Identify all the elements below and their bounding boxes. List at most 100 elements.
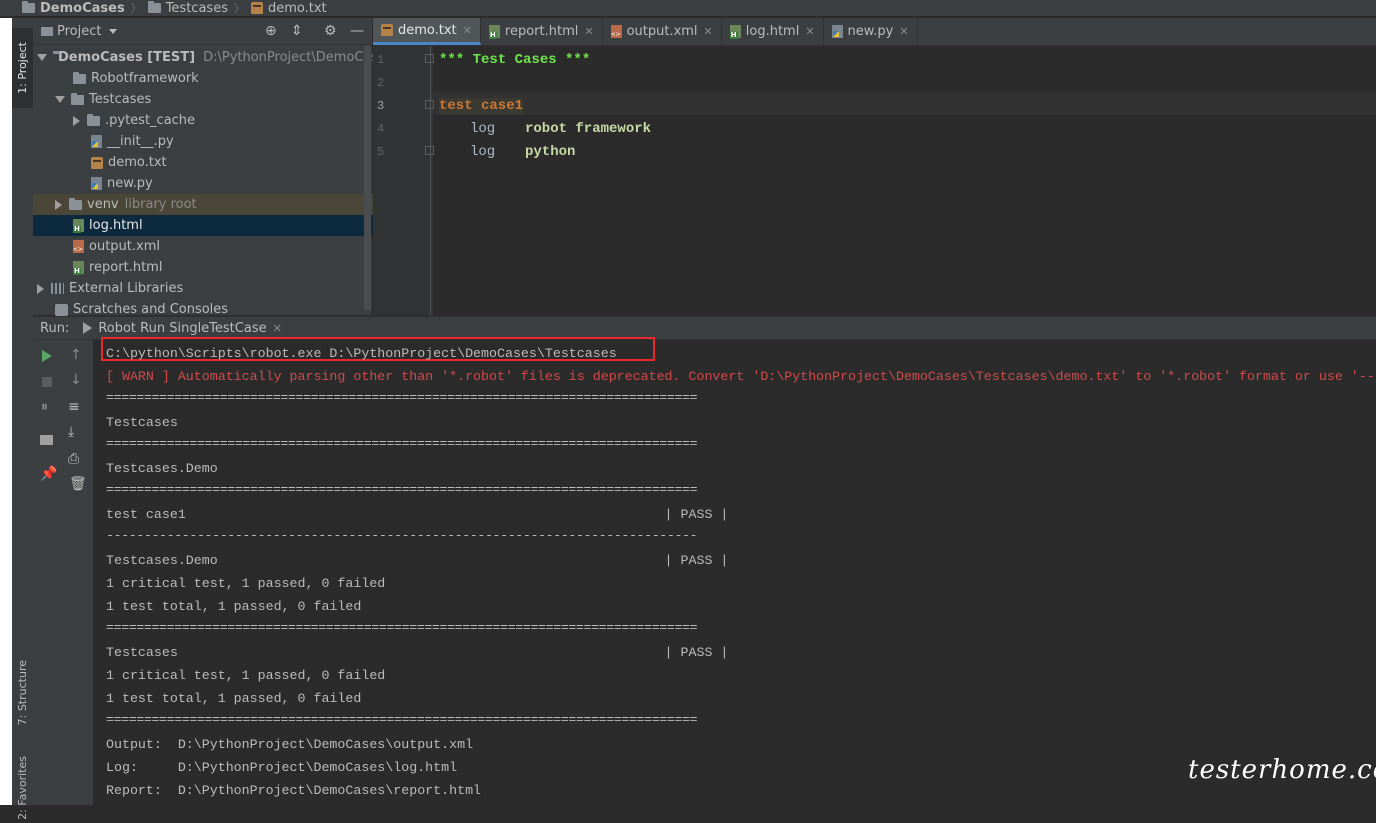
tree-item-venv[interactable]: venv library root <box>33 194 392 215</box>
robot-file-icon <box>381 24 393 36</box>
collapse-all-icon[interactable]: ⇕ <box>291 24 303 38</box>
console-line-report-path[interactable]: Report: D:\PythonProject\DemoCases\repor… <box>106 783 481 798</box>
breadcrumb-separator: 〉 <box>233 2 245 15</box>
tool-window-project-tab[interactable]: 1: Project <box>12 28 33 108</box>
tree-item-testcases[interactable]: Testcases <box>33 89 394 110</box>
trash-icon[interactable]: 🗑 <box>69 477 87 491</box>
collapsed-arrow-icon[interactable] <box>73 115 80 126</box>
code-test-case-name[interactable]: test case1 <box>439 98 524 114</box>
breadcrumb-item-demo-txt[interactable]: demo.txt <box>250 1 327 16</box>
tree-item-log-html[interactable]: log.html <box>33 215 412 236</box>
collapsed-arrow-icon[interactable] <box>55 199 62 210</box>
breadcrumb-item-testcases[interactable]: Testcases <box>147 1 228 16</box>
console-line: 1 test total, 1 passed, 0 failed <box>106 599 362 614</box>
robot-file-icon <box>250 2 263 14</box>
arrow-down-icon[interactable]: ↓ <box>70 373 82 387</box>
python-file-icon <box>91 177 102 190</box>
tree-item-democases[interactable]: DemoCases [TEST] D:\PythonProject\DemoCa… <box>33 47 393 68</box>
hide-panel-icon[interactable]: — <box>350 24 364 38</box>
project-scrollbar[interactable] <box>364 45 371 310</box>
console-line: Testcases.Demo <box>106 461 218 476</box>
tab-log-html[interactable]: log.html ✕ <box>722 18 824 45</box>
code-keyword[interactable]: log <box>470 144 495 160</box>
console-separator: ========================================… <box>106 390 698 405</box>
close-icon[interactable]: ✕ <box>584 25 593 38</box>
console-separator: ========================================… <box>106 620 698 635</box>
python-file-icon <box>91 135 102 148</box>
tool-window-structure-tab[interactable]: 7: Structure <box>12 638 33 748</box>
breadcrumb-item-democases[interactable]: DemoCases <box>22 1 125 16</box>
console-line-log-path[interactable]: Log: D:\PythonProject\DemoCases\log.html <box>106 760 457 775</box>
line-number: 2 <box>377 76 385 90</box>
close-icon[interactable]: ✕ <box>273 322 282 335</box>
rerun-icon[interactable] <box>42 350 52 362</box>
console-line-warning: [ WARN ] Automatically parsing other tha… <box>106 369 1375 384</box>
folder-icon <box>147 1 161 13</box>
tab-demo-txt[interactable]: demo.txt ✕ <box>373 18 481 45</box>
console-line: Testcases <box>106 415 178 430</box>
layout-icon[interactable] <box>40 435 53 445</box>
console-separator: ----------------------------------------… <box>106 528 698 543</box>
project-view-selector[interactable]: Project <box>57 24 101 39</box>
code-section-header[interactable]: *** Test Cases *** <box>439 52 590 68</box>
tree-item-external-libraries[interactable]: External Libraries <box>33 278 374 299</box>
collapsed-arrow-icon[interactable] <box>37 283 44 294</box>
left-tool-window-bar: 1: Project 7: Structure 2: Favorites <box>12 18 34 820</box>
gear-icon[interactable]: ⚙ <box>324 24 337 38</box>
tree-item-report-html[interactable]: report.html <box>33 257 412 278</box>
breadcrumb-separator: 〉 <box>130 2 142 15</box>
code-argument[interactable]: robot framework <box>525 121 651 137</box>
stop-icon[interactable] <box>42 377 52 387</box>
scroll-to-end-icon[interactable]: ⤓ <box>68 425 74 439</box>
folder-icon <box>71 92 84 105</box>
gutter-divider <box>430 46 431 315</box>
console-line-test-result: test case1 | PASS | <box>106 507 729 522</box>
window-edge <box>0 18 12 805</box>
scratch-icon <box>55 303 68 316</box>
html-file-icon <box>488 25 500 39</box>
close-icon[interactable]: ✕ <box>805 25 814 38</box>
chevron-down-icon[interactable] <box>109 28 118 34</box>
tab-output-xml[interactable]: output.xml ✕ <box>603 18 722 45</box>
console-line-output-path[interactable]: Output: D:\PythonProject\DemoCases\outpu… <box>106 737 473 752</box>
console-separator: ========================================… <box>106 712 698 727</box>
expand-arrow-icon[interactable] <box>37 54 47 61</box>
tool-window-favorites-tab[interactable]: 2: Favorites <box>12 753 33 823</box>
code-argument[interactable]: python <box>525 144 575 160</box>
tab-new-py[interactable]: new.py ✕ <box>824 18 918 45</box>
console-output[interactable]: C:\python\Scripts\robot.exe D:\PythonPro… <box>93 337 1376 805</box>
line-number: 4 <box>377 122 385 136</box>
run-config-tab[interactable]: Robot Run SingleTestCase ✕ <box>83 321 282 336</box>
close-icon[interactable]: ✕ <box>704 25 713 38</box>
fold-marker-icon[interactable] <box>425 100 434 109</box>
tree-item-robotframework[interactable]: Robotframework <box>33 68 412 89</box>
line-number-gutter: 1 2 3 4 5 <box>373 46 433 315</box>
folder-icon <box>69 197 82 210</box>
pin-icon[interactable]: 📌 <box>40 467 57 481</box>
library-icon <box>51 283 64 294</box>
arrow-up-icon[interactable]: ↑ <box>70 348 82 362</box>
line-number: 1 <box>377 53 385 67</box>
pause-icon[interactable]: ⏸ <box>41 400 48 414</box>
expand-arrow-icon[interactable] <box>55 96 65 103</box>
close-icon[interactable]: ✕ <box>463 24 472 37</box>
tree-item-pytest-cache[interactable]: .pytest_cache <box>33 110 410 131</box>
tree-item-output-xml[interactable]: output.xml <box>33 236 412 257</box>
fold-marker-icon[interactable] <box>425 54 434 63</box>
xml-file-icon <box>610 25 622 38</box>
code-keyword[interactable]: log <box>470 121 495 137</box>
console-separator: ========================================… <box>106 482 698 497</box>
watermark: testerhome.com <box>1188 755 1376 785</box>
console-line-suite-result: Testcases | PASS | <box>106 645 729 660</box>
tab-report-html[interactable]: report.html ✕ <box>481 18 603 45</box>
soft-wrap-icon[interactable]: ≡ <box>68 400 80 414</box>
fold-marker-icon[interactable] <box>425 146 434 155</box>
run-label: Run: <box>40 320 70 336</box>
locate-file-icon[interactable]: ⊕ <box>265 24 277 38</box>
project-panel: Project ⊕ ⇕ ⚙ — DemoCases [TEST] D:\Pyth… <box>33 18 412 317</box>
run-config-icon <box>83 322 93 334</box>
close-icon[interactable]: ✕ <box>899 25 908 38</box>
console-line: 1 test total, 1 passed, 0 failed <box>106 691 362 706</box>
folder-icon <box>73 71 86 84</box>
print-icon[interactable]: ⎙ <box>68 452 79 466</box>
